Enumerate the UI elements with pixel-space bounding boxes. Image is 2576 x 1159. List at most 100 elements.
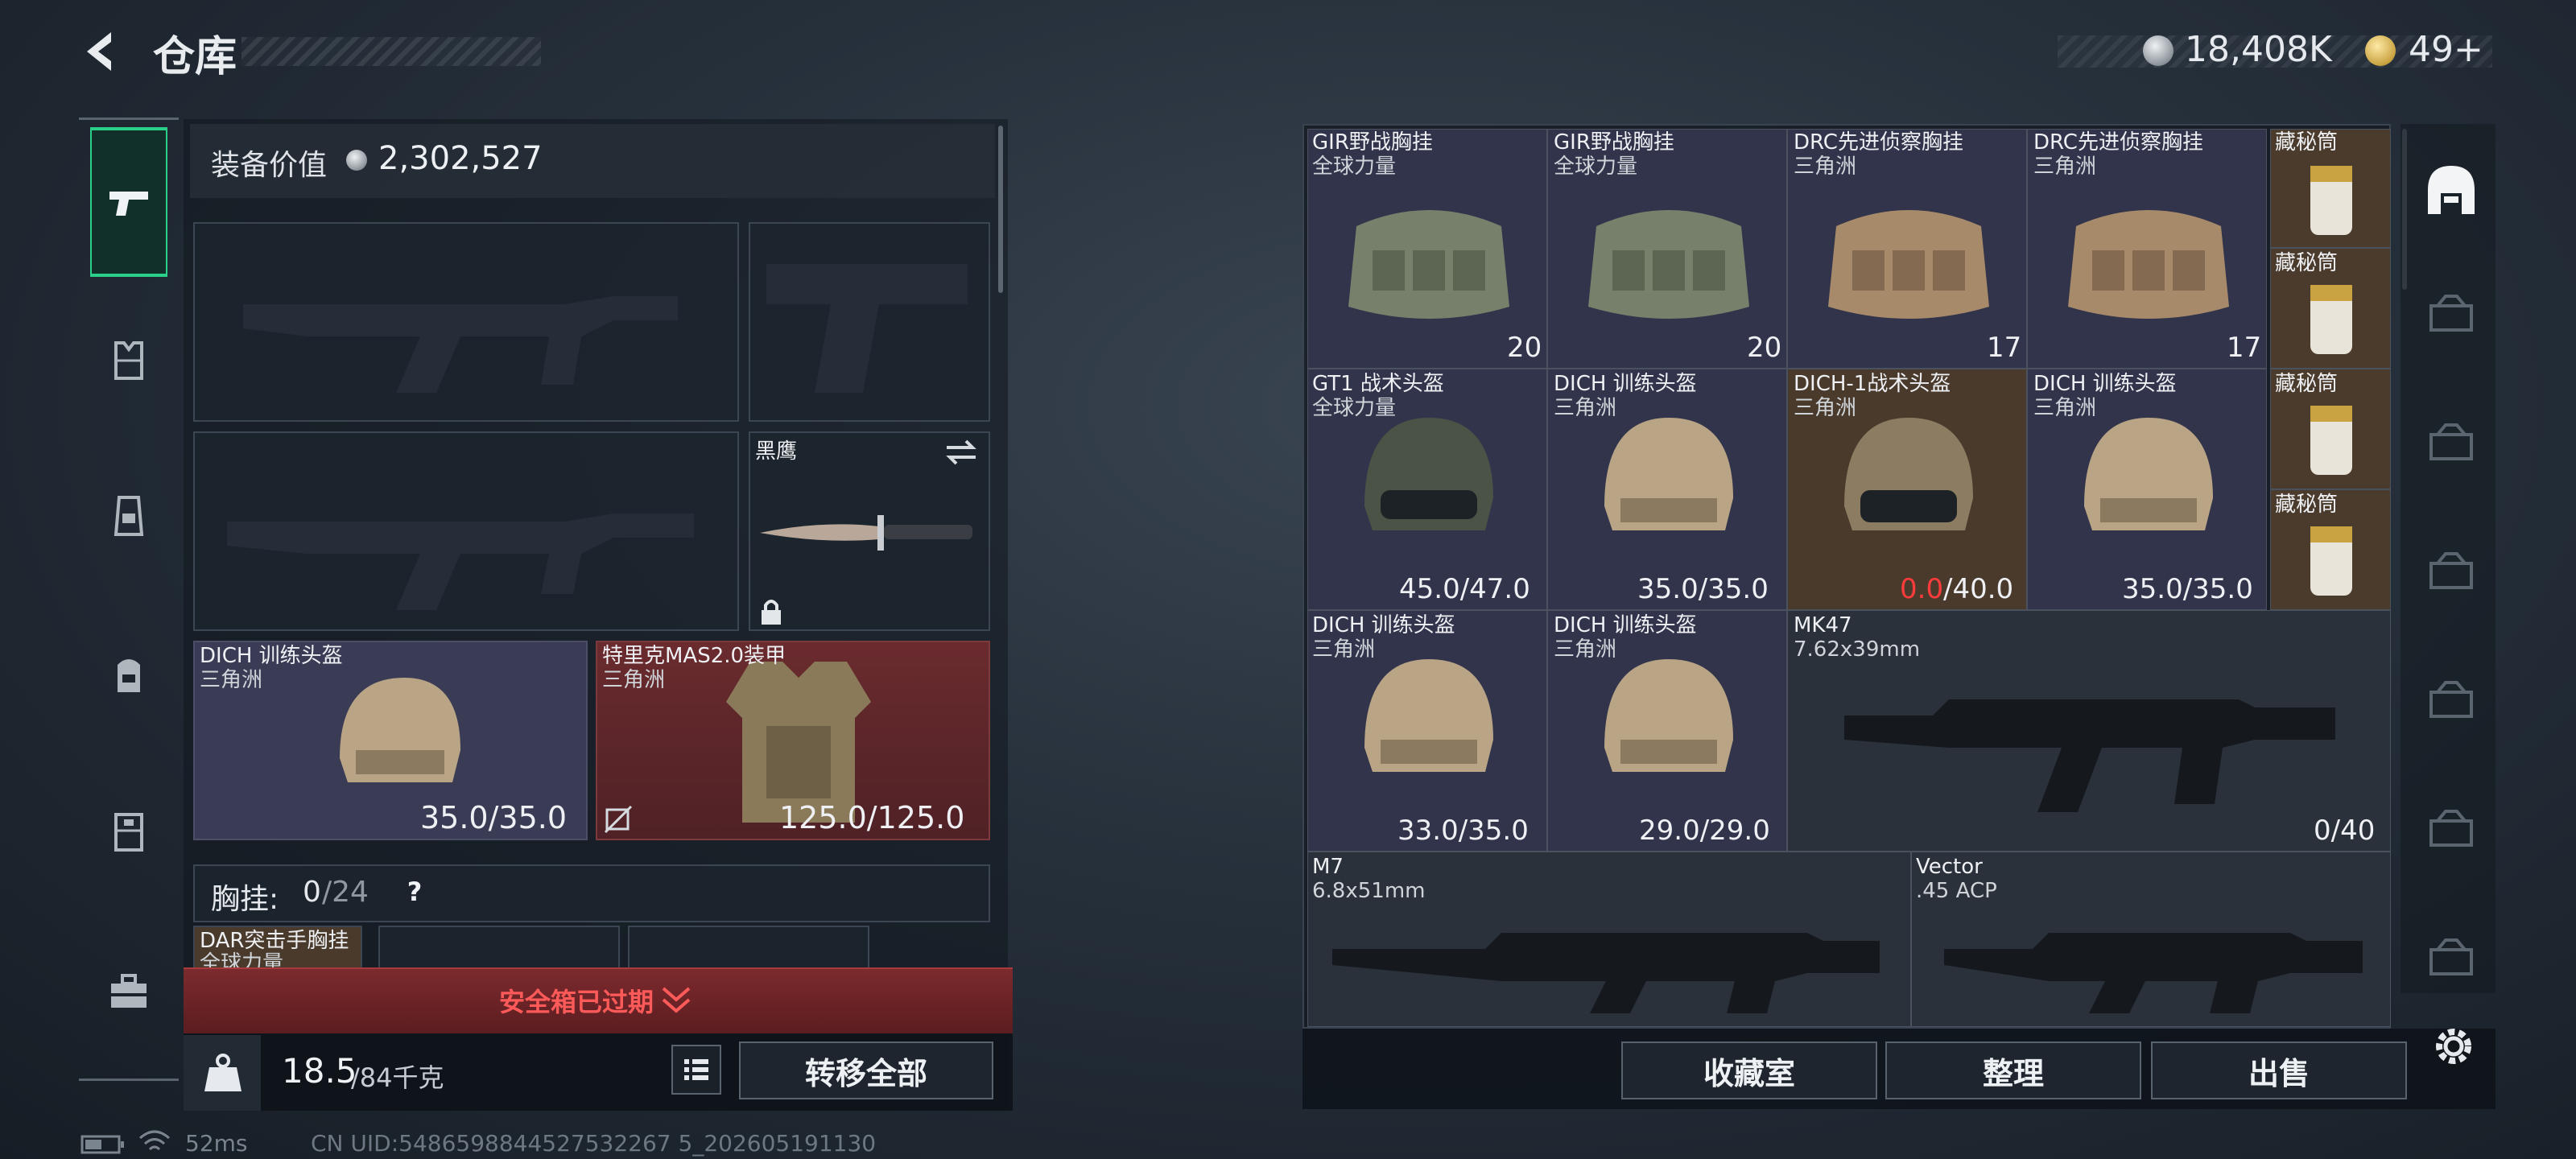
sort-button[interactable]: 整理 (1885, 1041, 2141, 1099)
weapon-caliber: 7.62x39mm (1794, 637, 1921, 662)
item-durability: 33.0/35.0 (1397, 815, 1529, 847)
ammo-name: 藏秘筒 (2275, 130, 2339, 155)
storage-tab-icon[interactable] (2423, 676, 2479, 724)
storage-tab-icon[interactable] (2423, 419, 2479, 467)
safe-box-icon[interactable] (105, 808, 153, 856)
ammo-icon (2310, 285, 2352, 354)
coin-balance: 18,408K (2185, 29, 2332, 70)
chevron-down-icon[interactable] (658, 984, 694, 1016)
weapon-name: M7 (1312, 855, 1344, 879)
lock-icon (762, 600, 781, 625)
smg-item-icon (1944, 933, 2363, 1013)
weapon-name: MK47 (1794, 613, 1852, 637)
item-name: GT1 战术头盔 (1312, 372, 1444, 396)
weight-total: /84千克 (351, 1062, 444, 1093)
storage-tab-icon[interactable] (2423, 547, 2479, 596)
chest-rig-item-icon (2068, 210, 2229, 319)
chest-rig-help-button[interactable]: ? (396, 874, 433, 909)
no-repair-icon (604, 805, 633, 834)
ammo-icon (2310, 166, 2352, 235)
safe-box-expired-text: 安全箱已过期 (499, 987, 654, 1017)
backpack-icon[interactable] (105, 650, 153, 699)
weapon-caliber: .45 ACP (1916, 879, 1997, 903)
equipment-value: 2,302,527 (378, 140, 543, 177)
title-stripe (242, 37, 541, 66)
equipped-helmet-durability: 35.0/35.0 (420, 800, 568, 835)
item-durability-low: 0.0 (1900, 573, 1944, 605)
rifle-item-icon (1332, 933, 1880, 1013)
weight-current: 18.5 (282, 1051, 357, 1091)
swap-icon[interactable] (943, 438, 979, 467)
collection-room-button[interactable]: 收藏室 (1621, 1041, 1877, 1099)
item-name: DICH 训练头盔 (1554, 613, 1697, 637)
item-name: GIR野战胸挂 (1312, 130, 1433, 155)
storage-tab-icon[interactable] (2423, 805, 2479, 853)
weight-icon (204, 1054, 242, 1091)
weapon-name: Vector (1916, 855, 1983, 879)
list-view-button[interactable] (671, 1045, 721, 1095)
equipped-armor-faction: 三角洲 (602, 668, 666, 692)
equipped-helmet-name: DICH 训练头盔 (200, 644, 343, 668)
rig-item-name: DAR突击手胸挂 (200, 929, 349, 953)
item-durability-max: /40.0 (1943, 573, 2014, 605)
toolbox-icon[interactable] (105, 967, 153, 1016)
item-faction: 三角洲 (1794, 396, 1857, 420)
armor-vest-icon[interactable] (105, 336, 153, 385)
chest-rig-label: 胸挂: (211, 883, 279, 916)
helmet-item-icon (2084, 418, 2213, 530)
storage-tab-icon[interactable] (2423, 934, 2479, 982)
helmet-item-icon (1604, 659, 1733, 772)
helmet-item-icon (1844, 418, 1973, 530)
item-name: DICH 训练头盔 (2033, 372, 2177, 396)
equipped-armor-name: 特里克MAS2.0装甲 (602, 644, 786, 668)
list-icon (684, 1059, 708, 1080)
chest-rig-item-icon (1348, 210, 1509, 319)
ammo-icon (2310, 526, 2352, 596)
helmet-item-icon (1604, 418, 1733, 530)
item-faction: 三角洲 (1794, 155, 1857, 179)
item-count: 20 (1507, 332, 1542, 364)
primary-weapon-slot[interactable] (193, 222, 739, 422)
item-name: DICH 训练头盔 (1554, 372, 1697, 396)
ping-text: 52ms (185, 1130, 248, 1157)
rifle-silhouette-2-icon (227, 514, 694, 610)
warehouse-icon[interactable] (2423, 161, 2479, 217)
chest-rig-item-icon (1828, 210, 1989, 319)
item-count: 20 (1747, 332, 1782, 364)
equipped-armor-durability: 125.0/125.0 (779, 800, 965, 835)
ammo-name: 藏秘筒 (2275, 372, 2339, 396)
storage-tab-icon[interactable] (2423, 290, 2479, 338)
stash-item-vector[interactable] (1911, 852, 2391, 1027)
secondary-weapon-slot[interactable] (193, 431, 739, 631)
item-name: DICH-1战术头盔 (1794, 372, 1951, 396)
transfer-all-button[interactable]: 转移全部 (739, 1041, 993, 1099)
item-name: DRC先进侦察胸挂 (2033, 130, 2203, 155)
gold-balance: 49+ (2409, 29, 2483, 70)
wifi-icon (139, 1130, 170, 1151)
chest-rig-icon[interactable] (105, 493, 153, 541)
stash-item-m7[interactable] (1307, 852, 1911, 1027)
left-scrollbar[interactable] (998, 126, 1003, 293)
sell-button[interactable]: 出售 (2151, 1041, 2407, 1099)
ammo-name: 藏秘筒 (2275, 251, 2339, 275)
back-icon[interactable] (79, 27, 124, 76)
item-faction: 全球力量 (1312, 155, 1397, 179)
equipment-value-label: 装备价值 (211, 149, 328, 182)
ammo-name: 藏秘筒 (2275, 493, 2339, 517)
helmet-icon (340, 678, 460, 782)
rig-empty-slot-1[interactable] (378, 926, 620, 971)
weapon-ammo-count: 0/40 (2314, 815, 2376, 847)
helmet-item-icon (1364, 659, 1493, 772)
assault-rifle-icon (1844, 699, 2335, 812)
item-durability: 29.0/29.0 (1639, 815, 1770, 847)
item-name: GIR野战胸挂 (1554, 130, 1674, 155)
chest-rig-used: 0 (303, 876, 321, 909)
pistol-slot[interactable] (749, 222, 990, 422)
item-faction: 三角洲 (1554, 637, 1617, 662)
knife-name: 黑鹰 (755, 439, 798, 464)
rig-empty-slot-2[interactable] (628, 926, 869, 971)
item-count: 17 (2227, 332, 2262, 364)
gear-icon[interactable] (2429, 1022, 2478, 1070)
item-faction: 全球力量 (1312, 396, 1397, 420)
equipped-helmet-faction: 三角洲 (200, 668, 263, 692)
